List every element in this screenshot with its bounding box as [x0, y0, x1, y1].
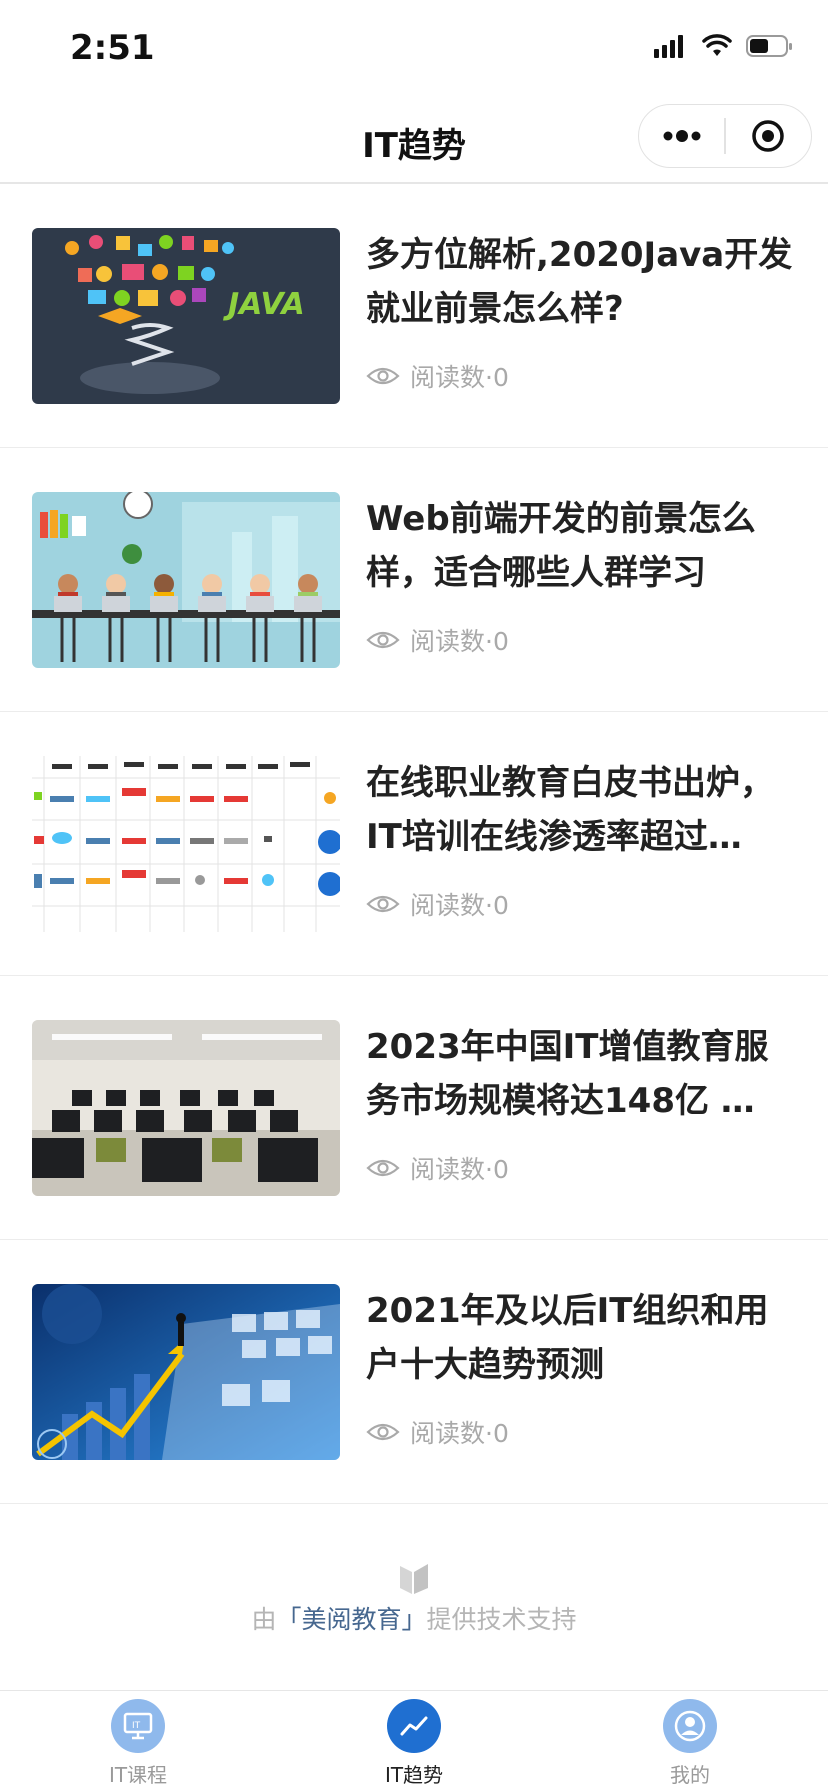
article-title: Web前端开发的前景怎么样，适合哪些人群学习: [366, 499, 756, 593]
status-time: 2:51: [70, 28, 155, 68]
tab-label: IT课程: [108, 1763, 168, 1787]
tab-mine[interactable]: 我的: [610, 1699, 770, 1788]
education-brands-table-image: [32, 756, 340, 932]
wifi-icon: [702, 34, 732, 56]
eye-icon: [366, 629, 400, 651]
eye-icon: [366, 1157, 400, 1179]
article-thumbnail: [32, 756, 340, 932]
monitor-icon: IT: [111, 1699, 165, 1753]
eye-icon: [366, 893, 400, 915]
svg-text:JAVA: JAVA: [223, 287, 305, 322]
credit-prefix: 由: [251, 1605, 277, 1634]
article-thumbnail: JAVA: [32, 228, 340, 404]
svg-text:IT: IT: [132, 1721, 141, 1731]
close-button[interactable]: [726, 104, 811, 168]
read-count: 阅读数·0: [366, 1414, 509, 1450]
cellular-signal-icon: [654, 35, 683, 58]
status-icons: [654, 34, 794, 58]
article-thumbnail: [32, 1284, 340, 1460]
read-count: 阅读数·0: [366, 358, 509, 394]
read-count-label: 阅读数·0: [410, 891, 509, 920]
tab-label: 我的: [670, 1763, 710, 1787]
article-item[interactable]: Web前端开发的前景怎么样，适合哪些人群学习 阅读数·0: [0, 448, 828, 712]
people-with-laptops-image: [32, 492, 340, 668]
java-illustration-image: JAVA: [32, 228, 340, 404]
article-title: 2023年中国IT增值教育服务市场规模将达148亿 …: [366, 1027, 769, 1121]
tab-it-courses[interactable]: IT IT课程: [58, 1699, 218, 1788]
article-title: 2021年及以后IT组织和用户十大趋势预测: [366, 1291, 769, 1385]
tech-support-credit: 由「美阅教育」提供技术支持: [0, 1558, 828, 1636]
credit-text: 由「美阅教育」提供技术支持: [0, 1600, 828, 1636]
article-item[interactable]: 在线职业教育白皮书出炉，IT培训在线渗透率超过… 阅读数·0: [0, 712, 828, 976]
battery-icon: [746, 35, 792, 57]
computer-classroom-image: [32, 1020, 340, 1196]
read-count-label: 阅读数·0: [410, 627, 509, 656]
read-count: 阅读数·0: [366, 622, 509, 658]
article-thumbnail: [32, 1020, 340, 1196]
article-thumbnail: [32, 492, 340, 668]
trend-chart-icon: [387, 1699, 441, 1753]
more-button[interactable]: [639, 104, 724, 168]
article-item[interactable]: 2023年中国IT增值教育服务市场规模将达148亿 … 阅读数·0: [0, 976, 828, 1240]
read-count-label: 阅读数·0: [410, 363, 509, 392]
business-growth-collage-image: [32, 1284, 340, 1460]
navigation-bar: IT趋势: [0, 98, 828, 184]
article-title: 在线职业教育白皮书出炉，IT培训在线渗透率超过…: [366, 763, 774, 857]
user-icon: [663, 1699, 717, 1753]
read-count-label: 阅读数·0: [410, 1155, 509, 1184]
miniprogram-capsule: [638, 104, 812, 168]
read-count: 阅读数·0: [366, 886, 509, 922]
eye-icon: [366, 1421, 400, 1443]
article-item[interactable]: JAVA 多方位解析,2020Java开发就业前景怎么样? 阅读数·0: [0, 184, 828, 448]
status-bar: 2:51: [0, 0, 828, 98]
credit-brand-link[interactable]: 「美阅教育」: [276, 1605, 426, 1634]
tab-label: IT趋势: [384, 1763, 444, 1787]
read-count: 阅读数·0: [366, 1150, 509, 1186]
target-icon: [752, 120, 785, 152]
read-count-label: 阅读数·0: [410, 1419, 509, 1448]
article-item[interactable]: 2021年及以后IT组织和用户十大趋势预测 阅读数·0: [0, 1240, 828, 1504]
meiyue-logo-icon: [400, 1564, 428, 1594]
more-dots-icon: [663, 130, 701, 142]
article-title: 多方位解析,2020Java开发就业前景怎么样?: [366, 235, 793, 329]
eye-icon: [366, 365, 400, 387]
article-list: JAVA 多方位解析,2020Java开发就业前景怎么样? 阅读数·0 Web前…: [0, 184, 828, 1504]
credit-suffix: 提供技术支持: [426, 1605, 577, 1634]
tab-it-trends[interactable]: IT趋势: [334, 1699, 494, 1788]
tab-bar: IT IT课程 IT趋势 我的: [0, 1690, 828, 1792]
